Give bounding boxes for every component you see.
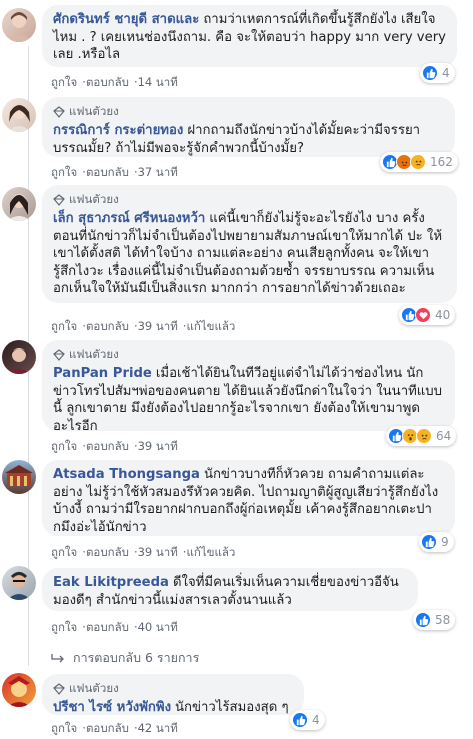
reply-link[interactable]: ตอบกลับ [86, 620, 129, 634]
more-replies-link[interactable]: การตอบกลับ 6 รายการ [51, 648, 199, 668]
like-link[interactable]: ถูกใจ [51, 545, 77, 559]
comment-author[interactable]: ศักดรินทร์ ชายุดี สาดและ [53, 12, 199, 27]
comment-actions: ถูกใจ ·ตอบกลับ ·14 นาที [51, 75, 178, 89]
diamond-badge-icon [53, 683, 65, 695]
reply-link[interactable]: ตอบกลับ [86, 319, 129, 333]
like-link[interactable]: ถูกใจ [51, 75, 77, 89]
reaction-count: 9 [441, 535, 449, 549]
comment-bubble: Eak Likitpreeda ดีใจที่มีคนเริ่มเห็นความเ… [42, 568, 418, 611]
comment-bubble: Atsada Thongsanga นักข่าวบางทีก็หัวควย ถา… [42, 460, 455, 536]
comment-author[interactable]: PanPan Pride [53, 366, 152, 381]
edited-label[interactable]: แก้ไขแล้ว [186, 545, 235, 559]
avatar[interactable] [2, 98, 36, 132]
comment-time[interactable]: 14 นาที [138, 75, 178, 89]
fan-badge: แฟนตัวยง [53, 191, 446, 209]
comment-time[interactable]: 39 นาที [138, 319, 178, 333]
reaction-summary[interactable]: 58 [413, 610, 456, 630]
reply-link[interactable]: ตอบกลับ [86, 165, 129, 179]
reaction-count: 4 [442, 66, 450, 80]
like-link[interactable]: ถูกใจ [51, 721, 77, 735]
reply-arrow-icon [51, 654, 64, 663]
diamond-badge-icon [53, 349, 65, 361]
like-reaction-icon [421, 534, 437, 550]
diamond-badge-icon [53, 194, 65, 206]
more-replies-label[interactable]: การตอบกลับ 6 รายการ [73, 648, 199, 668]
reaction-count: 64 [436, 429, 452, 443]
reaction-summary[interactable]: 4 [420, 63, 455, 83]
comment-time[interactable]: 42 นาที [138, 721, 178, 735]
comment-actions: ถูกใจ ·ตอบกลับ ·39 นาที ·แก้ไขแล้ว [51, 319, 236, 333]
comment-bubble: แฟนตัวยง กรรณิการ์ กระต่ายทอง ฝากถามถึงนั… [42, 97, 455, 157]
like-link[interactable]: ถูกใจ [51, 165, 77, 179]
comment-bubble: แฟนตัวยง PanPan Pride เมื่อเช้าได้ยินในที… [42, 340, 455, 434]
avatar[interactable] [2, 673, 36, 707]
comment-actions: ถูกใจ ·ตอบกลับ ·37 นาที [51, 165, 178, 179]
reaction-summary[interactable]: 64 [386, 426, 457, 446]
reply-link[interactable]: ตอบกลับ [86, 721, 129, 735]
comment-bubble: ศักดรินทร์ ชายุดี สาดและ ถามว่าเหตการณ์ที… [42, 5, 457, 67]
reaction-summary[interactable]: 4 [290, 710, 325, 730]
comment-author[interactable]: กรรณิการ์ กระต่ายทอง [53, 123, 183, 138]
like-link[interactable]: ถูกใจ [51, 319, 77, 333]
like-link[interactable]: ถูกใจ [51, 439, 77, 453]
comment-author[interactable]: Eak Likitpreeda [53, 575, 169, 590]
comment-bubble: แฟนตัวยง ปรีชา ไรซ์ หวังพักพิง นักข่าวไร้… [42, 674, 304, 715]
edited-label[interactable]: แก้ไขแล้ว [186, 319, 235, 333]
like-reaction-icon [422, 65, 438, 81]
like-link[interactable]: ถูกใจ [51, 620, 77, 634]
reaction-summary[interactable]: 9 [419, 532, 454, 552]
reaction-summary[interactable]: 40 [399, 305, 456, 325]
fan-badge: แฟนตัวยง [53, 680, 293, 698]
avatar[interactable] [2, 187, 36, 221]
avatar[interactable] [2, 460, 36, 494]
avatar[interactable] [2, 8, 36, 42]
reply-link[interactable]: ตอบกลับ [86, 75, 129, 89]
reaction-count: 40 [435, 308, 451, 322]
comment-time[interactable]: 39 นาที [138, 439, 178, 453]
reaction-count: 4 [312, 713, 320, 727]
comment-actions: ถูกใจ ·ตอบกลับ ·42 นาที [51, 721, 178, 735]
sad-reaction-icon [410, 154, 426, 170]
reaction-summary[interactable]: 162 [380, 152, 458, 172]
comment-actions: ถูกใจ ·ตอบกลับ ·40 นาที [51, 620, 178, 634]
love-reaction-icon [415, 307, 431, 323]
fan-badge: แฟนตัวยง [53, 103, 444, 121]
comment-actions: ถูกใจ ·ตอบกลับ ·39 นาที [51, 439, 178, 453]
comment-author[interactable]: Atsada Thongsanga [53, 467, 200, 482]
fan-badge: แฟนตัวยง [53, 346, 444, 364]
avatar[interactable] [2, 566, 36, 600]
like-reaction-icon [292, 712, 308, 728]
reply-link[interactable]: ตอบกลับ [86, 545, 129, 559]
comment-actions: ถูกใจ ·ตอบกลับ ·39 นาที ·แก้ไขแล้ว [51, 545, 236, 559]
comment-time[interactable]: 37 นาที [138, 165, 178, 179]
comment-time[interactable]: 39 นาที [138, 545, 178, 559]
sad-reaction-icon [416, 428, 432, 444]
avatar[interactable] [2, 340, 36, 374]
reply-link[interactable]: ตอบกลับ [86, 439, 129, 453]
comment-author[interactable]: ปรีชา ไรซ์ หวังพักพิง [53, 700, 171, 715]
comment-text: นักข่าวไร้สมองสุด ๆ [175, 700, 289, 715]
comment-bubble: แฟนตัวยง เล็ก สุธาภรณ์ ศรีหนองหว้า แค่นี้… [42, 185, 457, 303]
reaction-count: 162 [430, 155, 453, 169]
like-reaction-icon [415, 612, 431, 628]
comment-time[interactable]: 40 นาที [138, 620, 178, 634]
diamond-badge-icon [53, 106, 65, 118]
reaction-count: 58 [435, 613, 451, 627]
comment-author[interactable]: เล็ก สุธาภรณ์ ศรีหนองหว้า [53, 211, 205, 226]
